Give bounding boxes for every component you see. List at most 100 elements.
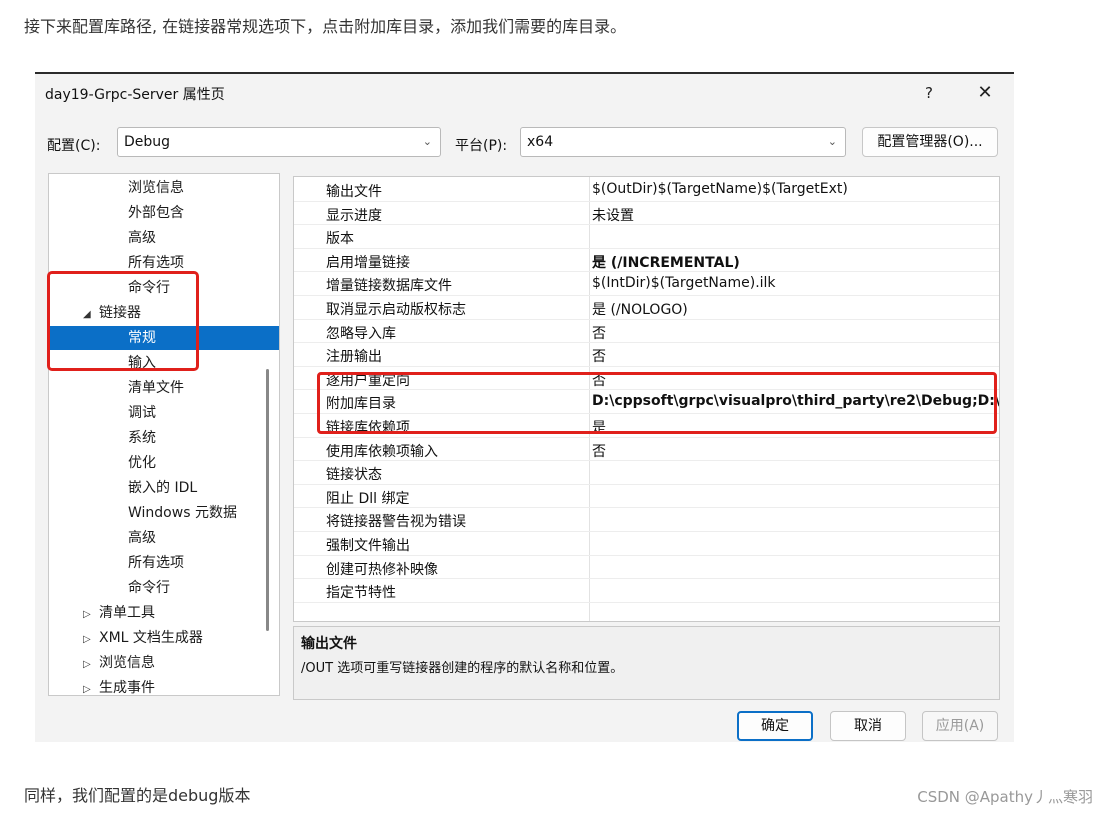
- property-name: 取消显示启动版权标志: [326, 302, 466, 318]
- property-row[interactable]: 启用增量链接 是 (/INCREMENTAL): [294, 249, 999, 273]
- tree-item[interactable]: 调试: [128, 401, 156, 425]
- property-row[interactable]: 指定节特性: [294, 579, 999, 603]
- platform-label: 平台(P):: [455, 138, 508, 154]
- property-row[interactable]: 显示进度 未设置: [294, 202, 999, 226]
- ok-button[interactable]: 确定: [737, 711, 813, 741]
- property-name: 输出文件: [326, 184, 382, 200]
- expand-arrow-icon[interactable]: ▷: [83, 628, 99, 652]
- property-row[interactable]: 使用库依赖项输入 否: [294, 438, 999, 462]
- tree-item[interactable]: 高级: [128, 226, 156, 250]
- config-label: 配置(C):: [47, 138, 101, 154]
- property-name: 显示进度: [326, 207, 382, 224]
- property-value[interactable]: 否: [592, 346, 606, 366]
- dialog-title: day19-Grpc-Server 属性页: [45, 87, 225, 103]
- property-value[interactable]: $(OutDir)$(TargetName)$(TargetExt): [592, 181, 848, 197]
- property-row[interactable]: 阻止 Dll 绑定: [294, 485, 999, 509]
- close-icon[interactable]: ✕: [971, 80, 999, 106]
- tree-item[interactable]: 浏览信息: [128, 176, 184, 200]
- property-pages-dialog: day19-Grpc-Server 属性页 ? ✕ 配置(C): Debug ⌄…: [35, 72, 1014, 742]
- property-row[interactable]: 创建可热修补映像: [294, 556, 999, 580]
- tree-item-label: 优化: [128, 455, 156, 471]
- apply-button[interactable]: 应用(A): [922, 711, 998, 741]
- tree-item-label: 系统: [128, 430, 156, 446]
- tree-item-label: 高级: [128, 230, 156, 246]
- highlight-box-linker: [47, 271, 199, 371]
- tree-item[interactable]: 外部包含: [128, 201, 184, 225]
- property-row[interactable]: 注册输出 否: [294, 343, 999, 367]
- property-name: 注册输出: [326, 349, 382, 366]
- expand-arrow-icon[interactable]: ▷: [83, 603, 99, 627]
- property-name: 忽略导入库: [326, 325, 396, 342]
- property-value[interactable]: 否: [592, 441, 606, 461]
- property-row[interactable]: 输出文件 $(OutDir)$(TargetName)$(TargetExt): [294, 178, 999, 202]
- tree-item[interactable]: 命令行: [128, 576, 170, 600]
- config-select[interactable]: Debug ⌄: [117, 127, 441, 157]
- property-name: 创建可热修补映像: [326, 561, 438, 578]
- tree-item[interactable]: ▷ 浏览信息: [83, 651, 155, 675]
- property-name: 链接状态: [326, 467, 382, 484]
- config-manager-button[interactable]: 配置管理器(O)...: [862, 127, 998, 157]
- tree-item[interactable]: Windows 元数据: [128, 501, 237, 525]
- property-tree[interactable]: 浏览信息 外部包含 高级 所有选项 命令行 ◢ 链接器 常规 输入 清单文件 调试 系统 优化 嵌入的 I…: [48, 173, 280, 696]
- property-row[interactable]: 将链接器警告视为错误: [294, 508, 999, 532]
- property-name: 强制文件输出: [326, 538, 410, 554]
- tree-item-label: 外部包含: [128, 205, 184, 221]
- description-text: /OUT 选项可重写链接器创建的程序的默认名称和位置。: [301, 661, 624, 676]
- cancel-button[interactable]: 取消: [830, 711, 906, 741]
- property-row[interactable]: 忽略导入库 否: [294, 320, 999, 344]
- expand-arrow-icon[interactable]: ▷: [83, 653, 99, 677]
- property-name: 版本: [326, 231, 354, 248]
- tree-item-label: 调试: [128, 405, 156, 421]
- property-value[interactable]: 否: [592, 323, 606, 343]
- property-name: 使用库依赖项输入: [326, 443, 438, 460]
- watermark: CSDN @Apathy丿灬寒羽: [917, 788, 1093, 806]
- tree-item[interactable]: 优化: [128, 451, 156, 475]
- property-name: 阻止 Dll 绑定: [326, 490, 410, 507]
- tree-item[interactable]: ▷ XML 文档生成器: [83, 626, 203, 650]
- description-panel: 输出文件 /OUT 选项可重写链接器创建的程序的默认名称和位置。: [293, 626, 1000, 700]
- tree-item-label: Windows 元数据: [128, 505, 237, 521]
- platform-select-value: x64: [527, 134, 554, 150]
- tree-item-label: 浏览信息: [99, 655, 155, 671]
- article-outro-text: 同样，我们配置的是debug版本: [24, 786, 251, 805]
- highlight-box-lib-dirs: [317, 372, 997, 434]
- property-value[interactable]: 是 (/NOLOGO): [592, 299, 688, 319]
- article-intro-text: 接下来配置库路径, 在链接器常规选项下，点击附加库目录，添加我们需要的库目录。: [24, 17, 627, 36]
- tree-item-label: 清单文件: [128, 380, 184, 396]
- expand-arrow-icon[interactable]: ▷: [83, 678, 99, 695]
- property-row[interactable]: 版本: [294, 225, 999, 249]
- property-row[interactable]: 链接状态: [294, 461, 999, 485]
- tree-item[interactable]: 高级: [128, 526, 156, 550]
- tree-item[interactable]: 嵌入的 IDL: [128, 476, 197, 500]
- tree-item[interactable]: 所有选项: [128, 551, 184, 575]
- property-name: 指定节特性: [326, 585, 396, 602]
- tree-item-label: 浏览信息: [128, 180, 184, 196]
- property-row[interactable]: 取消显示启动版权标志 是 (/NOLOGO): [294, 296, 999, 320]
- chevron-down-icon: ⌄: [422, 135, 432, 148]
- property-row[interactable]: 强制文件输出: [294, 532, 999, 556]
- tree-item[interactable]: ▷ 生成事件: [83, 676, 155, 696]
- property-value[interactable]: $(IntDir)$(TargetName).ilk: [592, 275, 776, 291]
- tree-item-label: 所有选项: [128, 555, 184, 571]
- tree-item-label: 高级: [128, 530, 156, 546]
- property-value[interactable]: 是 (/INCREMENTAL): [592, 252, 740, 272]
- dialog-titlebar: day19-Grpc-Server 属性页 ? ✕: [35, 74, 1014, 112]
- help-button[interactable]: ?: [915, 80, 943, 106]
- platform-select[interactable]: x64 ⌄: [520, 127, 846, 157]
- description-title: 输出文件: [301, 636, 357, 652]
- tree-item-label: 生成事件: [99, 680, 155, 696]
- property-name: 启用增量链接: [326, 254, 410, 271]
- tree-item-label: 所有选项: [128, 255, 184, 271]
- property-value[interactable]: 未设置: [592, 205, 634, 225]
- property-row[interactable]: 增量链接数据库文件 $(IntDir)$(TargetName).ilk: [294, 272, 999, 296]
- tree-scrollbar[interactable]: [266, 369, 269, 631]
- tree-item[interactable]: ▷ 清单工具: [83, 601, 155, 625]
- tree-item-label: 清单工具: [99, 605, 155, 621]
- tree-item[interactable]: 清单文件: [128, 376, 184, 400]
- tree-item-label: XML 文档生成器: [99, 630, 203, 646]
- chevron-down-icon: ⌄: [827, 135, 837, 148]
- tree-item[interactable]: 系统: [128, 426, 156, 450]
- tree-item-label: 嵌入的 IDL: [128, 480, 198, 496]
- tree-item-label: 命令行: [128, 580, 170, 596]
- config-select-value: Debug: [124, 134, 171, 150]
